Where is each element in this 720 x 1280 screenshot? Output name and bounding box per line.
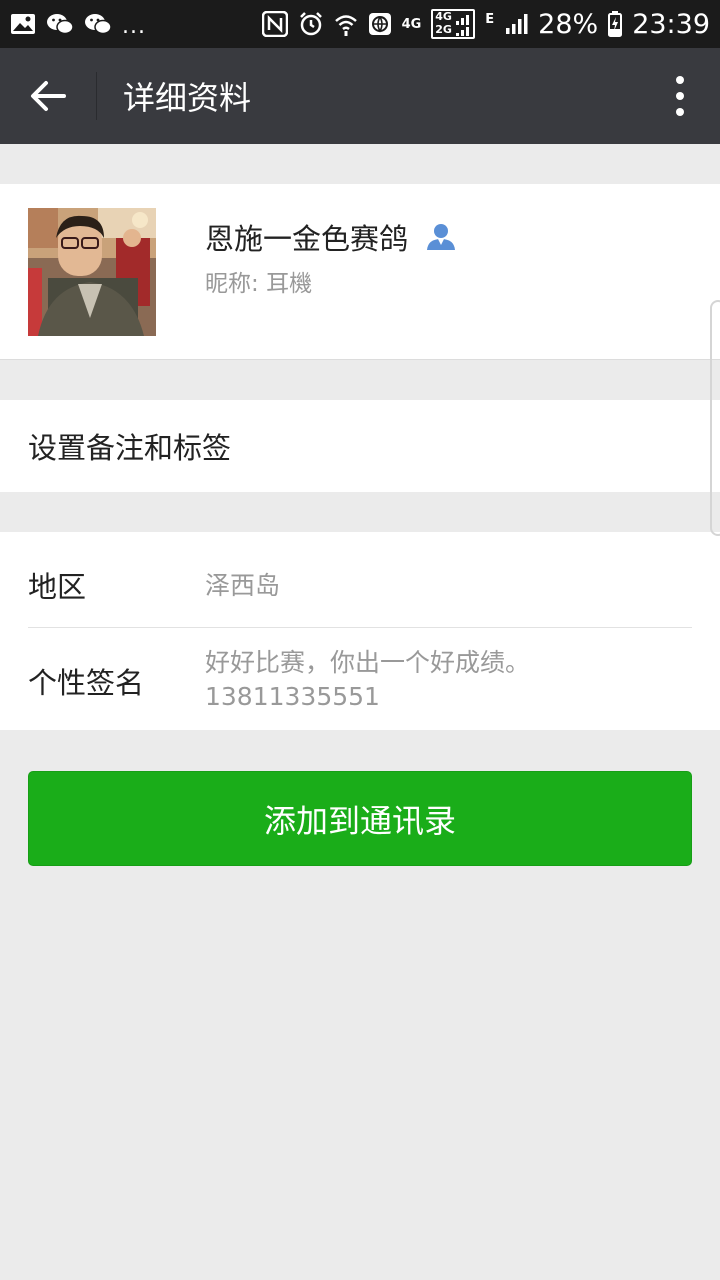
network-4g-label: 4G bbox=[401, 16, 422, 32]
app-bar-divider bbox=[96, 72, 97, 120]
app-bar: 详细资料 bbox=[0, 48, 720, 144]
globe-icon bbox=[368, 12, 392, 36]
edge-panel-handle[interactable] bbox=[710, 300, 720, 536]
arrow-left-icon bbox=[31, 81, 66, 111]
signature-text: 好好比赛，你出一个好成绩。 bbox=[205, 648, 531, 677]
avatar[interactable] bbox=[28, 208, 156, 336]
nickname-value: 耳機 bbox=[266, 271, 313, 297]
more-options-button[interactable] bbox=[660, 72, 700, 120]
cell-signal-icon bbox=[504, 12, 528, 36]
back-button[interactable] bbox=[0, 48, 96, 144]
page-title: 详细资料 bbox=[123, 79, 252, 117]
status-bar-left: ... bbox=[10, 10, 146, 39]
battery-charging-icon bbox=[608, 11, 623, 37]
display-name-row: 恩施一金色赛鸽 bbox=[205, 216, 456, 258]
nickname: 昵称: 耳機 bbox=[205, 264, 312, 298]
dual-sim-signal-icon: 4G 2G bbox=[431, 9, 476, 39]
clock-time: 23:39 bbox=[632, 8, 710, 40]
nfc-icon bbox=[261, 11, 288, 37]
status-bar-right: 4G 4G 2G E 28% 23:39 bbox=[261, 8, 710, 40]
region-row: 地区 泽西岛 bbox=[0, 532, 720, 628]
profile-card: 恩施一金色赛鸽 昵称: 耳機 bbox=[0, 184, 720, 360]
add-to-contacts-button[interactable]: 添加到通讯录 bbox=[28, 771, 692, 866]
wechat-notification-icon-2 bbox=[84, 12, 112, 36]
contact-person-icon bbox=[426, 222, 456, 252]
alarm-icon bbox=[298, 11, 324, 37]
region-value: 泽西岛 bbox=[205, 571, 281, 600]
more-vertical-icon bbox=[676, 76, 684, 116]
sim2-network-label: 2G bbox=[435, 23, 452, 36]
battery-percent: 28% bbox=[538, 8, 599, 40]
set-remarks-tags-label: 设置备注和标签 bbox=[28, 431, 232, 465]
signature-label: 个性签名 bbox=[28, 666, 145, 700]
nickname-label: 昵称: bbox=[205, 271, 267, 297]
signature-row: 个性签名 好好比赛，你出一个好成绩。 13811335551 bbox=[0, 628, 720, 730]
status-bar: ... 4G 4G 2G E 28% 23:39 bbox=[0, 0, 720, 48]
set-remarks-tags-row[interactable]: 设置备注和标签 bbox=[0, 400, 720, 492]
wifi-icon bbox=[334, 11, 358, 37]
more-notifications-indicator: ... bbox=[122, 13, 146, 39]
display-name: 恩施一金色赛鸽 bbox=[205, 222, 409, 256]
network-e-label: E bbox=[485, 11, 495, 27]
signature-value: 好好比赛，你出一个好成绩。 13811335551 bbox=[205, 646, 685, 714]
gallery-notification-icon bbox=[10, 13, 36, 35]
region-label: 地区 bbox=[28, 570, 87, 604]
sim1-network-label: 4G bbox=[435, 10, 452, 23]
info-group: 地区 泽西岛 个性签名 好好比赛，你出一个好成绩。 13811335551 bbox=[0, 532, 720, 730]
signature-phone: 13811335551 bbox=[205, 682, 380, 711]
wechat-notification-icon bbox=[46, 12, 74, 36]
